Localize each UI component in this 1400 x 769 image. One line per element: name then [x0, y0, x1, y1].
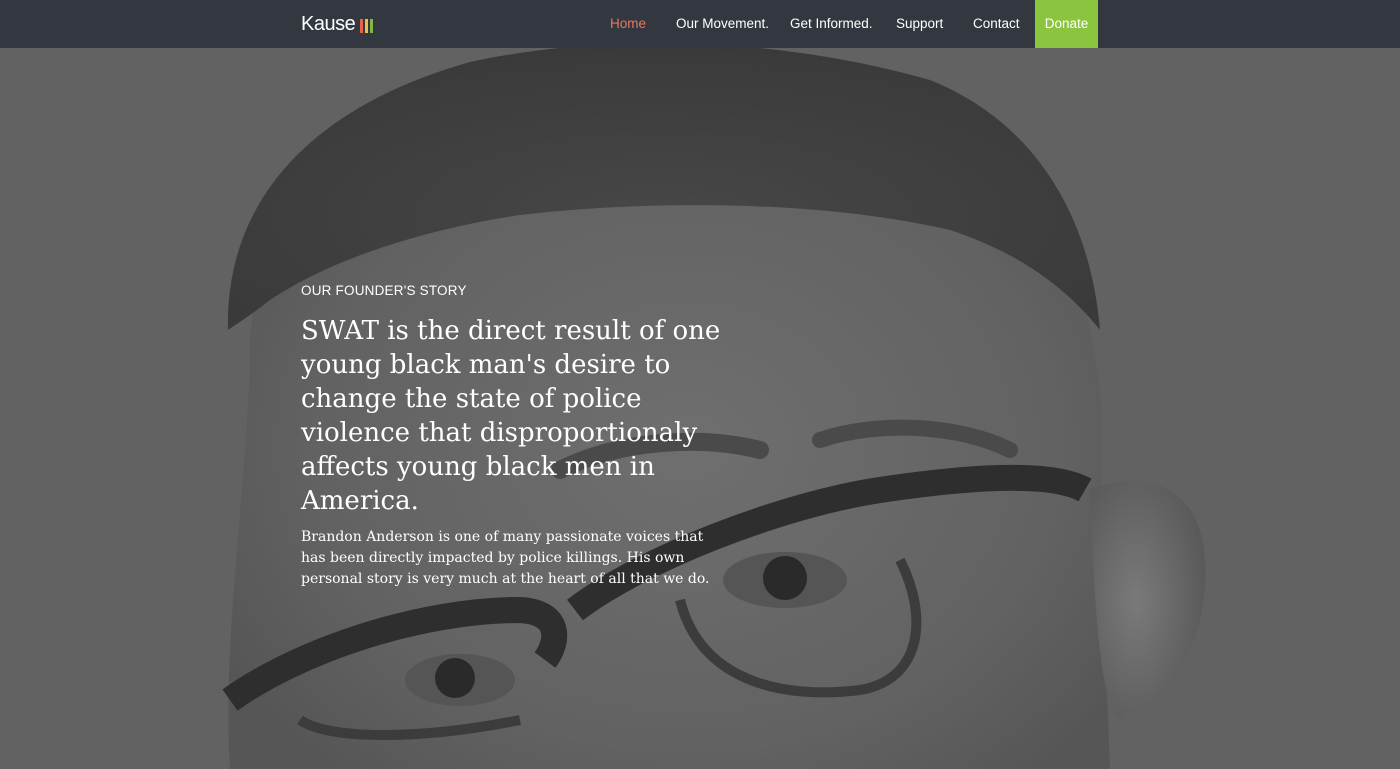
hero-headline: SWAT is the direct result of one young b…	[301, 316, 721, 516]
hero-eyebrow: OUR FOUNDER'S STORY	[301, 283, 467, 298]
top-navbar: Kause Home Our Movement. Get Informed. S…	[0, 0, 1400, 48]
nav-link-our-movement[interactable]: Our Movement.	[676, 0, 769, 48]
logo-text: Kause	[301, 12, 356, 35]
nav-link-contact[interactable]: Contact	[973, 0, 1020, 48]
logo-bar-green	[370, 18, 374, 33]
hero-body-text: Brandon Anderson is one of many passiona…	[301, 529, 710, 587]
logo-bar-red	[360, 18, 364, 33]
nav-link-support[interactable]: Support	[896, 0, 943, 48]
donate-button[interactable]: Donate	[1035, 0, 1098, 48]
logo-bar-yellow	[365, 18, 369, 33]
nav-link-get-informed[interactable]: Get Informed.	[790, 0, 873, 48]
logo-bars-icon	[360, 18, 374, 33]
nav-link-home[interactable]: Home	[610, 0, 646, 48]
kause-logo[interactable]: Kause	[301, 9, 374, 39]
page: Kause Home Our Movement. Get Informed. S…	[0, 0, 1400, 769]
